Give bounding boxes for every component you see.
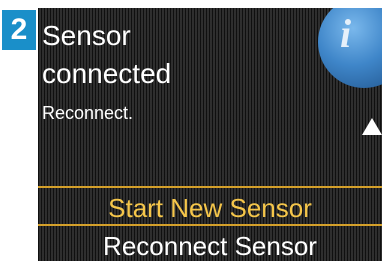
info-glyph-icon: i xyxy=(340,11,352,56)
start-new-sensor-option[interactable]: Start New Sensor xyxy=(38,186,382,226)
screen-subtext: Reconnect. xyxy=(42,103,134,123)
scroll-up-arrow-icon xyxy=(362,118,382,135)
reconnect-sensor-option[interactable]: Reconnect Sensor xyxy=(38,226,382,261)
device-screen: i Sensor connected Reconnect. Start New … xyxy=(38,8,382,261)
step-number-badge: 2 xyxy=(2,10,36,50)
info-icon: i xyxy=(318,8,382,88)
screen-title-line-1: Sensor xyxy=(42,20,131,51)
screen-title-line-2: connected xyxy=(42,58,172,89)
